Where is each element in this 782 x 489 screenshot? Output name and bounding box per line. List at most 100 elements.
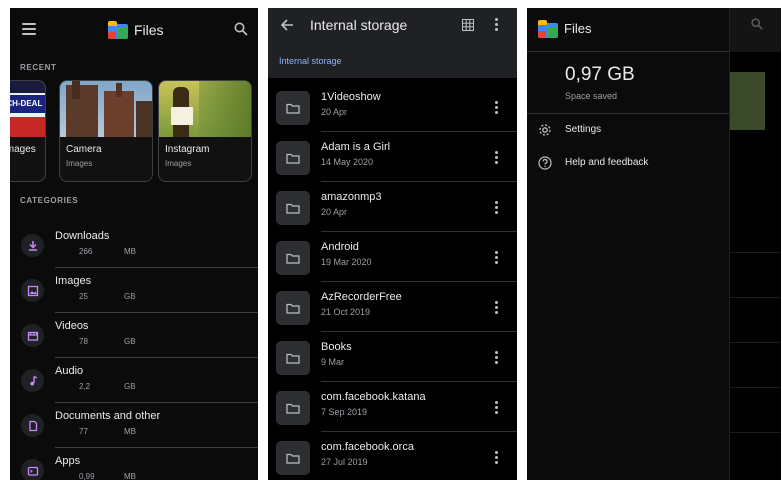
divider — [321, 131, 517, 132]
thumbnail — [60, 81, 152, 137]
divider — [527, 51, 729, 52]
category-name: Images — [55, 275, 92, 287]
categories-section-label: CATEGORIES — [20, 196, 79, 205]
category-name: Documents and other — [55, 410, 161, 422]
category-name: Apps — [55, 455, 81, 467]
page-title: Internal storage — [310, 17, 408, 33]
top-app-bar: Files — [10, 8, 258, 52]
more-vert-icon[interactable] — [495, 101, 499, 115]
category-unit: MB — [124, 247, 136, 256]
folder-name: com.facebook.orca — [321, 441, 414, 453]
category-size: 77 — [79, 427, 88, 436]
background-row — [729, 343, 781, 388]
folder-row[interactable]: com.facebook.orca 27 Jul 2019 — [268, 434, 517, 480]
more-vert-icon[interactable] — [495, 18, 499, 32]
category-images[interactable]: Images 25 GB — [10, 268, 258, 313]
navigation-drawer: Files 0,97 GB Space saved Settings Help … — [527, 8, 730, 480]
category-size: 0,99 — [79, 472, 95, 480]
folder-row[interactable]: AzRecorderFree 21 Oct 2019 — [268, 284, 517, 332]
recent-card-title: Camera — [66, 144, 102, 155]
folder-name: Books — [321, 341, 352, 353]
category-size: 25 — [79, 292, 88, 301]
recent-card-subtitle: Images — [66, 159, 93, 168]
folder-date: 19 Mar 2020 — [321, 257, 372, 267]
image-icon — [21, 279, 44, 302]
recent-card-camera[interactable]: Camera Images — [59, 80, 153, 182]
folder-row[interactable]: 1Videoshow 20 Apr — [268, 84, 517, 132]
folder-icon — [276, 191, 310, 225]
more-vert-icon[interactable] — [495, 401, 499, 415]
recent-card-images[interactable]: ECH-DEAL Images — [10, 80, 46, 182]
video-icon — [21, 324, 44, 347]
category-videos[interactable]: Videos 78 GB — [10, 313, 258, 358]
back-arrow-icon[interactable] — [280, 18, 294, 32]
breadcrumb[interactable]: Internal storage — [279, 56, 342, 66]
drawer-scrim[interactable] — [729, 8, 781, 480]
divider — [321, 281, 517, 282]
more-vert-icon[interactable] — [495, 451, 499, 465]
divider — [321, 381, 517, 382]
space-saved-value: 0,97 GB — [565, 64, 635, 85]
more-vert-icon[interactable] — [495, 201, 499, 215]
folder-name: com.facebook.katana — [321, 391, 426, 403]
more-vert-icon[interactable] — [495, 301, 499, 315]
category-name: Videos — [55, 320, 89, 332]
recent-carousel[interactable]: ECH-DEAL Images Camera Images Instagra — [10, 80, 258, 182]
menu-icon[interactable] — [22, 23, 36, 35]
drawer-item-settings[interactable]: Settings — [527, 118, 729, 142]
recent-card-subtitle: Images — [165, 159, 192, 168]
category-name: Audio — [55, 365, 84, 377]
background-row — [729, 208, 781, 253]
more-vert-icon[interactable] — [495, 351, 499, 365]
gear-icon — [539, 124, 551, 136]
category-downloads[interactable]: Downloads 266 MB — [10, 223, 258, 268]
more-vert-icon[interactable] — [495, 151, 499, 165]
category-size: 266 — [79, 247, 93, 256]
folder-date: 9 Mar — [321, 357, 345, 367]
folder-row[interactable]: amazonmp3 20 Apr — [268, 184, 517, 232]
category-apps[interactable]: Apps 0,99 MB — [10, 448, 258, 480]
help-icon — [538, 156, 552, 170]
grid-view-icon[interactable] — [462, 19, 474, 31]
folder-date: 20 Apr — [321, 107, 348, 117]
divider — [527, 113, 729, 114]
recent-card-title: Instagram — [165, 144, 210, 155]
app-title: Files — [134, 22, 164, 38]
folder-name: amazonmp3 — [321, 191, 382, 203]
folder-date: 14 May 2020 — [321, 157, 374, 167]
category-size: 2,2 — [79, 382, 91, 391]
navigation-drawer-panel: Files 0,97 GB Space saved Settings Help … — [527, 8, 781, 480]
background-thumbnail — [729, 72, 765, 130]
drawer-title: Files — [564, 21, 592, 36]
folder-icon — [276, 291, 310, 325]
drawer-item-help-feedback[interactable]: Help and feedback — [527, 151, 729, 175]
category-documents[interactable]: Documents and other 77 MB — [10, 403, 258, 448]
top-app-bar: Internal storage Internal storage — [268, 8, 517, 78]
divider — [321, 231, 517, 232]
files-logo-icon — [538, 20, 558, 38]
internal-storage-panel: Internal storage Internal storage 1Video… — [268, 8, 517, 480]
drawer-item-label: Settings — [565, 124, 602, 135]
folder-name: Android — [321, 241, 359, 253]
folder-row[interactable]: com.facebook.katana 7 Sep 2019 — [268, 384, 517, 432]
folder-icon — [276, 391, 310, 425]
folder-row[interactable]: Books 9 Mar — [268, 334, 517, 382]
space-saved-label: Space saved — [565, 91, 618, 101]
divider — [321, 331, 517, 332]
folder-name: 1Videoshow — [321, 91, 381, 103]
folder-row[interactable]: Adam is a Girl 14 May 2020 — [268, 134, 517, 182]
thumbnail: ECH-DEAL — [10, 81, 45, 137]
folder-icon — [276, 141, 310, 175]
thumbnail — [159, 81, 251, 137]
search-icon[interactable] — [234, 22, 248, 36]
category-audio[interactable]: Audio 2,2 GB — [10, 358, 258, 403]
more-vert-icon[interactable] — [495, 251, 499, 265]
folder-row[interactable]: Android 19 Mar 2020 — [268, 234, 517, 282]
category-unit: GB — [124, 292, 136, 301]
recent-card-instagram[interactable]: Instagram Images — [158, 80, 252, 182]
background-row — [729, 253, 781, 298]
folder-icon — [276, 441, 310, 475]
folder-date: 21 Oct 2019 — [321, 307, 371, 317]
document-icon — [21, 414, 44, 437]
recent-section-label: RECENT — [20, 63, 57, 72]
